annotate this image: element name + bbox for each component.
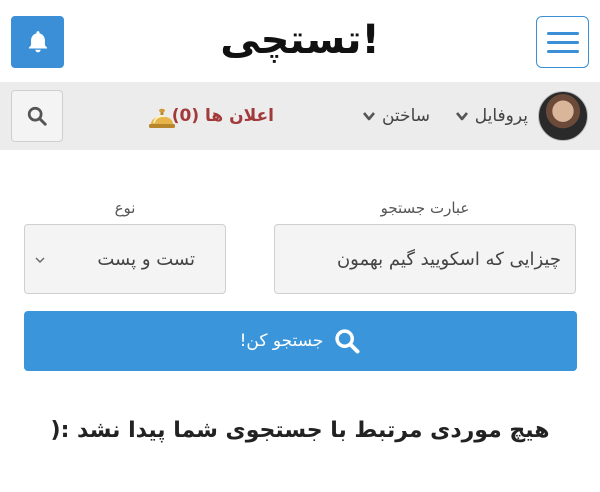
- nav-profile-dropdown[interactable]: پروفایل: [455, 82, 528, 150]
- nav-profile-label: پروفایل: [474, 106, 528, 126]
- type-label: نوع: [114, 199, 136, 217]
- type-select-value: تست و پست: [97, 248, 195, 270]
- notification-bell-button[interactable]: [11, 16, 64, 68]
- search-icon: [27, 106, 47, 126]
- user-avatar[interactable]: [538, 91, 588, 141]
- query-label: عبارت جستجو: [380, 199, 470, 217]
- search-icon: [335, 329, 360, 354]
- chevron-down-icon: [455, 112, 468, 121]
- search-toggle-button[interactable]: [11, 90, 63, 142]
- search-submit-button[interactable]: جستجو کن!: [24, 311, 577, 371]
- chevron-down-icon: [35, 257, 45, 263]
- empty-results-message: هیچ موردی مرتبط با جستجوی شما پیدا نشد :…: [50, 418, 550, 443]
- nav-build-label: ساختن: [381, 106, 430, 126]
- search-query-input[interactable]: [274, 224, 576, 294]
- nav-notifications-label: اعلان ها (0): [171, 106, 274, 126]
- nav-build-dropdown[interactable]: ساختن: [362, 82, 430, 150]
- hamburger-menu-button[interactable]: [536, 16, 589, 68]
- type-select[interactable]: تست و پست: [24, 224, 226, 294]
- chevron-down-icon: [362, 112, 375, 121]
- bell-icon: [28, 31, 47, 53]
- search-submit-label: جستجو کن!: [239, 331, 324, 351]
- nav-notifications[interactable]: اعلان ها (0): [172, 82, 274, 150]
- site-logo[interactable]: تستچی!: [200, 10, 400, 70]
- hamburger-icon: [546, 31, 579, 35]
- nav-bar: اعلان ها (0) ساختن پروفایل: [0, 82, 600, 150]
- top-header: تستچی!: [0, 0, 600, 82]
